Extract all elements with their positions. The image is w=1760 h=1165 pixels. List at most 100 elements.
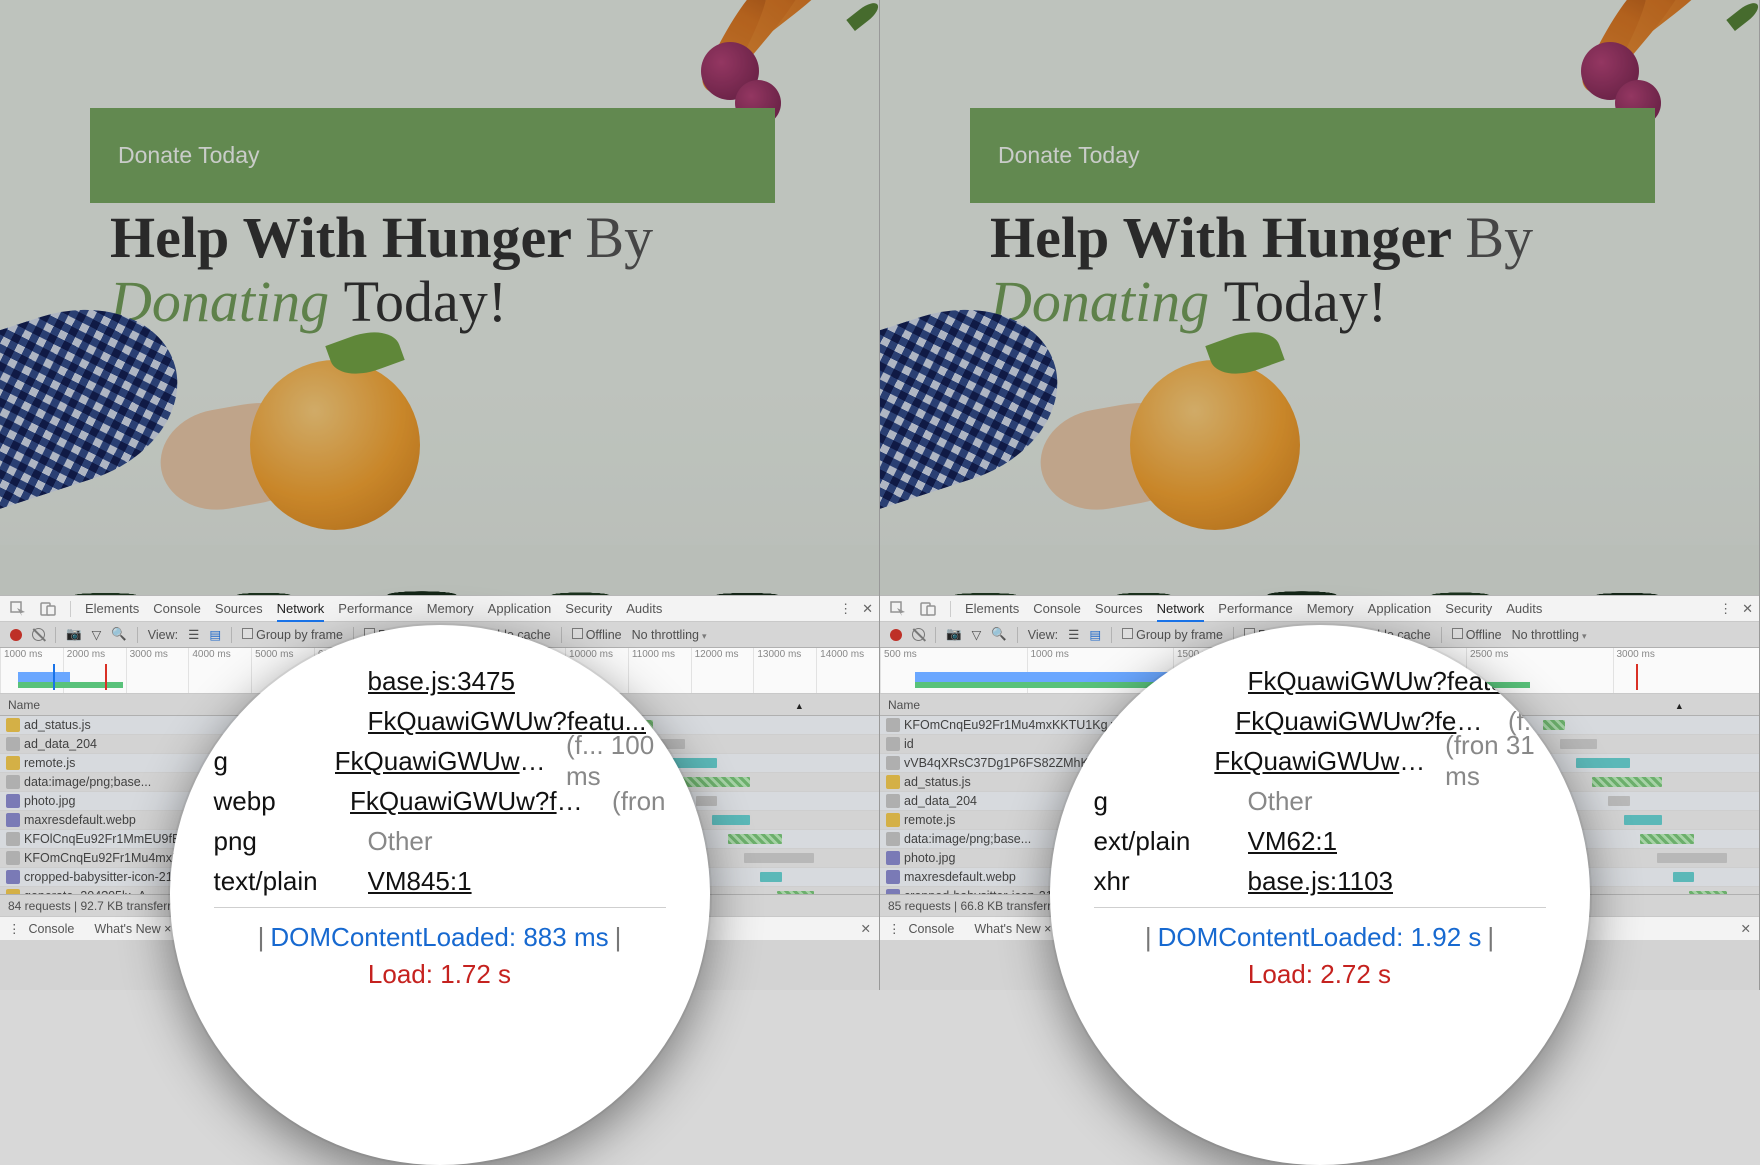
tab-network[interactable]: Network <box>277 601 325 622</box>
close-icon[interactable]: ✕ <box>862 601 873 617</box>
drawer-whatsnew[interactable]: What's New × <box>94 922 171 936</box>
group-by-frame-checkbox[interactable]: Group by frame <box>242 628 343 642</box>
magnifier-footer-right: | DOMContentLoaded: 1.92 s | Load: 2.72 … <box>1094 907 1546 990</box>
throttling-select[interactable]: No throttling <box>1512 628 1587 642</box>
magnifier-left: base.js:3475 FkQuawiGWUw?featu... gFkQua… <box>170 625 710 1165</box>
timeline-tick: 11000 ms <box>628 648 691 693</box>
offline-checkbox[interactable]: Offline <box>1452 628 1502 642</box>
comparison-pane-right: Donate Today Help With Hunger By Donatin… <box>880 0 1760 990</box>
file-type-icon <box>886 851 900 865</box>
file-type-icon <box>6 756 20 770</box>
timeline-tick: 4000 ms <box>188 648 251 693</box>
file-type-icon <box>886 870 900 884</box>
timeline-tick: 12000 ms <box>691 648 754 693</box>
record-button[interactable] <box>10 629 22 641</box>
large-rows-icon[interactable]: ☰ <box>188 627 199 642</box>
donate-label: Donate Today <box>118 142 260 169</box>
filter-icon[interactable]: ▽ <box>972 627 982 642</box>
tab-elements[interactable]: Elements <box>85 601 139 616</box>
tab-network[interactable]: Network <box>1157 601 1205 622</box>
timeline-tick: 3000 ms <box>1613 648 1760 693</box>
tab-performance[interactable]: Performance <box>1218 601 1292 616</box>
large-rows-icon[interactable]: ☰ <box>1068 627 1079 642</box>
file-type-icon <box>6 832 20 846</box>
drawer-console[interactable]: Console <box>909 922 955 936</box>
file-type-icon <box>886 756 900 770</box>
inspect-icon[interactable] <box>890 601 906 617</box>
magnifier-right: FkQuawiGWUw?featu... FkQuawiGWUw?featu..… <box>1050 625 1590 1165</box>
file-type-icon <box>6 870 20 884</box>
camera-icon[interactable]: 📷 <box>66 627 82 642</box>
magnifier-footer-left: | DOMContentLoaded: 883 ms | Load: 1.72 … <box>214 907 666 990</box>
clear-icon[interactable] <box>912 628 925 641</box>
record-button[interactable] <box>890 629 902 641</box>
offline-checkbox[interactable]: Offline <box>572 628 622 642</box>
device-icon[interactable] <box>40 601 56 617</box>
vegetables-graphic <box>1549 0 1759 120</box>
file-type-icon <box>886 775 900 789</box>
device-icon[interactable] <box>920 601 936 617</box>
throttling-select[interactable]: No throttling <box>632 628 707 642</box>
inspect-icon[interactable] <box>10 601 26 617</box>
devtools-tabs: Elements Console Sources Network Perform… <box>0 596 879 622</box>
waterfall-icon[interactable]: ▤ <box>209 627 221 642</box>
file-type-icon <box>6 775 20 789</box>
tab-security[interactable]: Security <box>565 601 612 616</box>
tab-memory[interactable]: Memory <box>427 601 474 616</box>
tab-performance[interactable]: Performance <box>338 601 412 616</box>
file-type-icon <box>6 813 20 827</box>
group-by-frame-checkbox[interactable]: Group by frame <box>1122 628 1223 642</box>
search-icon[interactable]: 🔍 <box>111 627 127 642</box>
file-type-icon <box>6 889 20 894</box>
hand-orange-graphic <box>0 255 420 515</box>
tab-elements[interactable]: Elements <box>965 601 1019 616</box>
kebab-icon[interactable]: ⋮ <box>839 601 852 617</box>
timeline-tick: 14000 ms <box>816 648 879 693</box>
donate-label: Donate Today <box>998 142 1140 169</box>
search-icon[interactable]: 🔍 <box>991 627 1007 642</box>
drawer-console[interactable]: Console <box>29 922 75 936</box>
view-label: View: <box>1028 628 1058 642</box>
tab-application[interactable]: Application <box>1368 601 1432 616</box>
file-type-icon <box>6 851 20 865</box>
donate-banner[interactable]: Donate Today <box>90 108 775 203</box>
file-type-icon <box>886 794 900 808</box>
tab-console[interactable]: Console <box>1033 601 1081 616</box>
camera-icon[interactable]: 📷 <box>946 627 962 642</box>
file-type-icon <box>886 813 900 827</box>
file-type-icon <box>886 889 900 894</box>
file-type-icon <box>886 737 900 751</box>
tab-security[interactable]: Security <box>1445 601 1492 616</box>
drawer-close-icon[interactable]: ✕ <box>861 921 871 936</box>
tab-sources[interactable]: Sources <box>215 601 263 616</box>
comparison-pane-left: Donate Today Help With Hunger By Donatin… <box>0 0 880 990</box>
file-type-icon <box>886 832 900 846</box>
website-preview: Donate Today Help With Hunger By Donatin… <box>0 0 879 595</box>
tab-memory[interactable]: Memory <box>1307 601 1354 616</box>
donate-banner[interactable]: Donate Today <box>970 108 1655 203</box>
website-preview: Donate Today Help With Hunger By Donatin… <box>880 0 1759 595</box>
waterfall-icon[interactable]: ▤ <box>1089 627 1101 642</box>
drawer-toggle-icon[interactable]: ⋮ <box>888 921 901 936</box>
close-icon[interactable]: ✕ <box>1742 601 1753 617</box>
tab-audits[interactable]: Audits <box>1506 601 1542 616</box>
drawer-close-icon[interactable]: ✕ <box>1741 921 1751 936</box>
file-type-icon <box>886 718 900 732</box>
file-type-icon <box>6 718 20 732</box>
file-type-icon <box>6 794 20 808</box>
clear-icon[interactable] <box>32 628 45 641</box>
tab-sources[interactable]: Sources <box>1095 601 1143 616</box>
timeline-tick: 13000 ms <box>753 648 816 693</box>
tab-console[interactable]: Console <box>153 601 201 616</box>
tab-audits[interactable]: Audits <box>626 601 662 616</box>
devtools-tabs: Elements Console Sources Network Perform… <box>880 596 1759 622</box>
vegetables-graphic <box>669 0 879 120</box>
filter-icon[interactable]: ▽ <box>92 627 102 642</box>
kebab-icon[interactable]: ⋮ <box>1719 601 1732 617</box>
view-label: View: <box>148 628 178 642</box>
drawer-toggle-icon[interactable]: ⋮ <box>8 921 21 936</box>
tab-application[interactable]: Application <box>488 601 552 616</box>
file-type-icon <box>6 737 20 751</box>
drawer-whatsnew[interactable]: What's New × <box>974 922 1051 936</box>
hand-orange-graphic <box>880 255 1300 515</box>
